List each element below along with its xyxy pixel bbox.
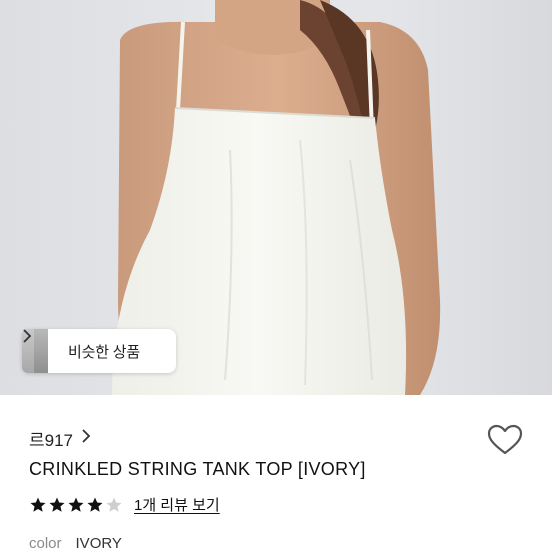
similar-thumbnail xyxy=(34,329,48,373)
star-filled-icon xyxy=(30,497,46,512)
product-rating: 1개 리뷰 보기 xyxy=(29,494,220,515)
similar-products-label: 비슷한 상품 xyxy=(68,343,140,361)
chevron-right-icon xyxy=(81,429,91,448)
color-label: color xyxy=(29,535,62,552)
star-filled-icon xyxy=(68,497,84,512)
rating-stars xyxy=(29,496,124,514)
product-image[interactable]: 비슷한 상품 xyxy=(0,0,552,395)
star-empty-icon xyxy=(106,497,122,512)
color-value: IVORY xyxy=(75,535,122,552)
product-title: CRINKLED STRING TANK TOP [IVORY] xyxy=(29,459,366,479)
star-filled-icon xyxy=(49,497,65,512)
review-link[interactable]: 1개 리뷰 보기 xyxy=(134,494,220,515)
color-option: color IVORY xyxy=(29,535,122,552)
similar-products-button[interactable]: 비슷한 상품 xyxy=(22,329,176,373)
star-filled-icon xyxy=(87,497,103,512)
store-name: 르917 xyxy=(29,431,74,450)
wishlist-heart-icon[interactable] xyxy=(487,424,523,456)
store-link[interactable]: 르917 xyxy=(29,426,91,451)
